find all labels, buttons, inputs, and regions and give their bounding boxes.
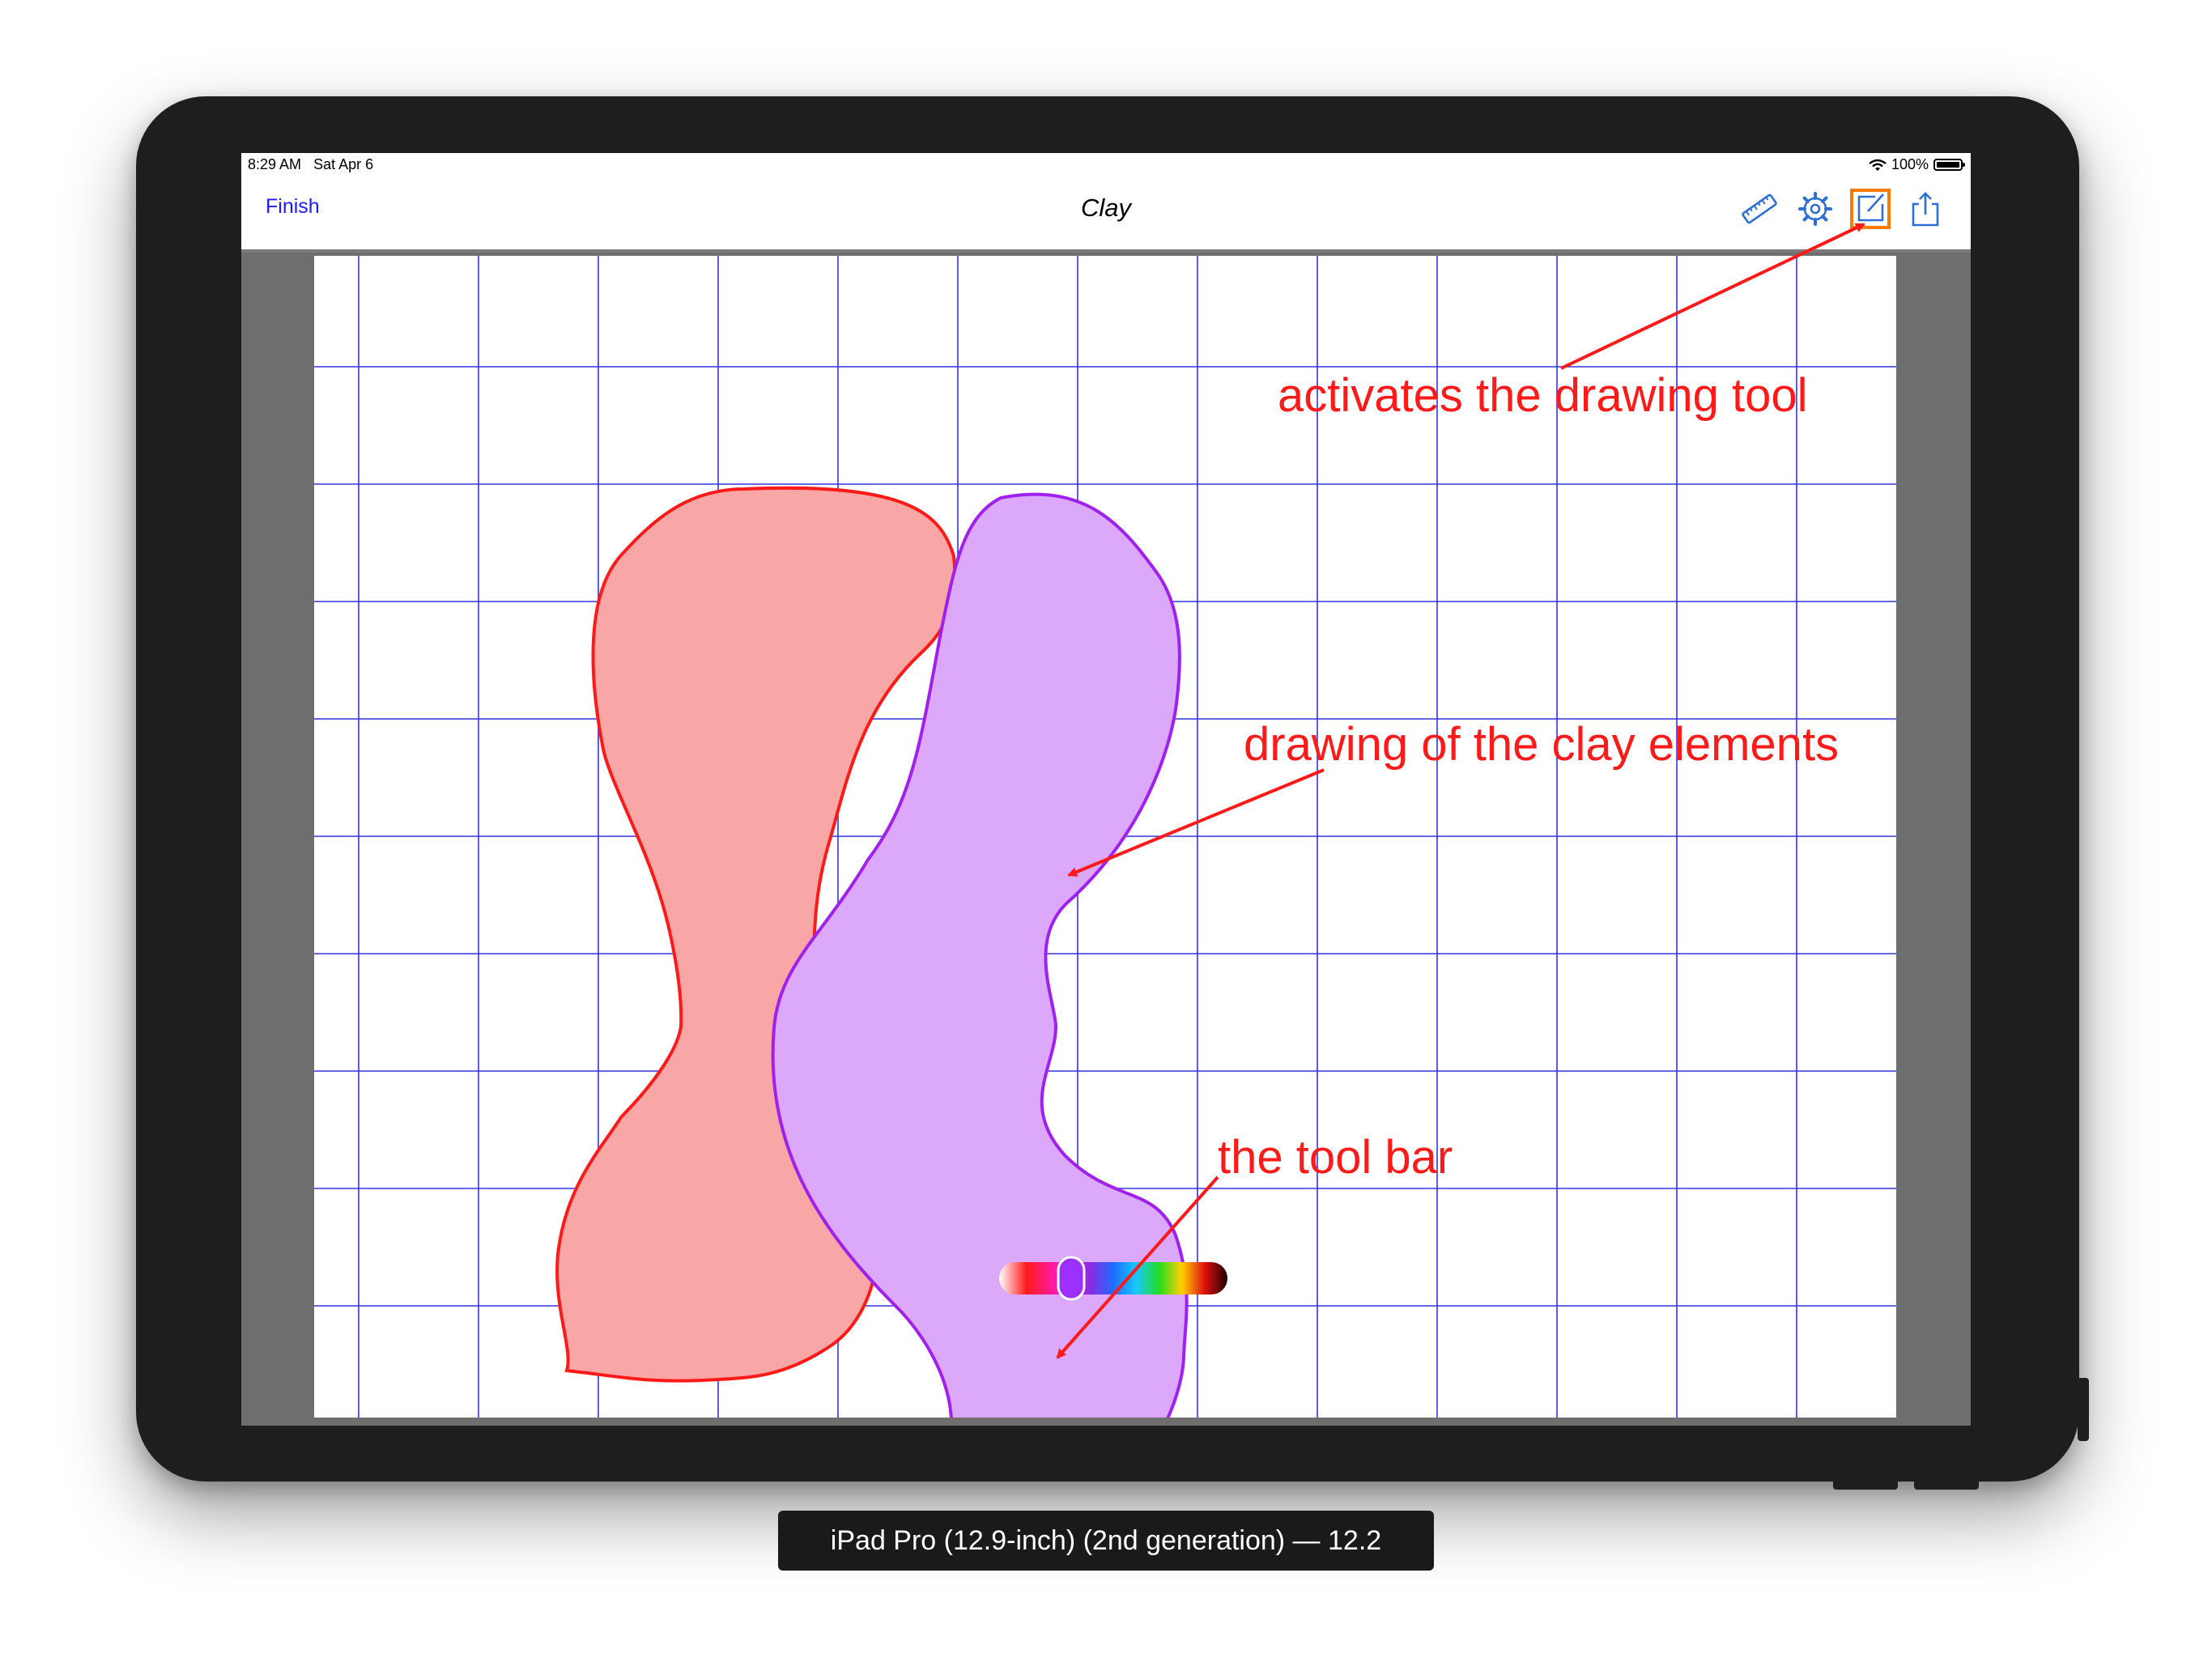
arrow-to-clay-elements <box>1067 768 1325 877</box>
arrow-to-drawing-tool <box>1560 223 1865 370</box>
annotation-arrows <box>1056 223 1865 1359</box>
arrow-to-tool-bar <box>1056 1175 1219 1359</box>
